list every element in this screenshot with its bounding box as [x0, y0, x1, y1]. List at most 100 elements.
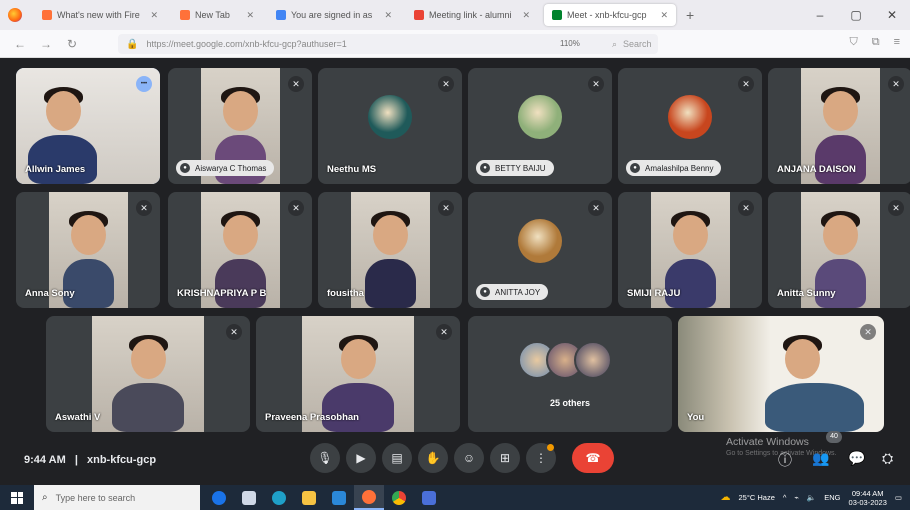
taskbar-clock[interactable]: 09:44 AM 03-03-2023: [849, 489, 887, 507]
participant-tile[interactable]: ✕ You: [678, 316, 884, 432]
participant-tile[interactable]: ••• Allwin James: [16, 68, 160, 184]
chevron-up-icon[interactable]: ^: [783, 493, 787, 502]
participant-name-text: ANITTA JOY: [495, 287, 541, 297]
participant-name: Neethu MS: [327, 164, 377, 175]
tab-close-icon[interactable]: ✕: [246, 10, 254, 21]
participant-tile[interactable]: ✕ Praveena Prasobhan: [256, 316, 460, 432]
speaking-indicator-icon: •••: [136, 76, 152, 92]
participant-tile[interactable]: ✕ KRISHNAPRIYA P B: [168, 192, 312, 308]
end-call-button[interactable]: ☎: [572, 443, 614, 473]
menu-icon[interactable]: ≡: [894, 36, 900, 49]
close-window-icon[interactable]: ✕: [874, 0, 910, 30]
raise-hand-button[interactable]: ✋: [418, 443, 448, 473]
mic-off-icon: ✕: [738, 200, 754, 216]
mic-off-icon: ✕: [288, 76, 304, 92]
participant-tile[interactable]: ✕ Anna Sony: [16, 192, 160, 308]
participant-tile[interactable]: ✕ ● Aiswarya C Thomas: [168, 68, 312, 184]
tab-close-icon[interactable]: ✕: [522, 10, 530, 21]
back-icon[interactable]: ←: [10, 37, 30, 51]
taskbar-app-photos[interactable]: [414, 485, 444, 510]
taskbar-app-edge[interactable]: [264, 485, 294, 510]
emoji-button[interactable]: ☺: [454, 443, 484, 473]
browser-tab[interactable]: You are signed in as NSD ✕: [268, 4, 400, 26]
participant-tile[interactable]: ✕ ● BETTY BAIJU: [468, 68, 612, 184]
others-avatar: [574, 341, 612, 380]
more-options-button[interactable]: ⋮: [526, 443, 556, 473]
weather-text[interactable]: 25°C Haze: [739, 493, 775, 502]
reload-icon[interactable]: ↻: [62, 37, 82, 51]
shield-icon[interactable]: ⛉: [849, 36, 857, 49]
firefox-icon: [362, 489, 376, 504]
windows-taskbar: ⌕ Type here to search ☁ 25°C Haze ^ ⌁ 🔈 …: [0, 485, 910, 510]
participant-name: You: [687, 412, 705, 423]
browser-tab[interactable]: What's new with Firefox - Mo ✕: [34, 4, 166, 26]
present-button[interactable]: ⊞: [490, 443, 520, 473]
mic-off-icon: ✕: [738, 76, 754, 92]
language-indicator[interactable]: ENG: [824, 493, 840, 502]
tab-title: Meeting link - alumnimom: [429, 10, 512, 20]
taskbar-app-task-view[interactable]: [234, 485, 264, 510]
mic-off-icon: ✕: [226, 324, 242, 340]
search-field[interactable]: ⌕ Search: [612, 34, 812, 54]
meeting-code: xnb-kfcu-gcp: [86, 454, 157, 466]
url-text: https://meet.google.com/xnb-kfcu-gcp?aut…: [146, 39, 347, 49]
new-tab-icon[interactable]: +: [686, 7, 694, 23]
participant-count: 40: [826, 431, 842, 443]
taskbar-search[interactable]: ⌕ Type here to search: [34, 485, 200, 510]
participant-tile[interactable]: ✕ ● Amalashilpa Benny: [618, 68, 762, 184]
mic-off-icon: ✕: [136, 200, 152, 216]
info-icon[interactable]: ⓘ: [778, 450, 792, 470]
participant-tile[interactable]: ✕ ● ANITTA JOY: [468, 192, 612, 308]
browser-nav-bar: ← → ↻ 🔒 https://meet.google.com/xnb-kfcu…: [0, 30, 910, 58]
chat-icon[interactable]: 💬: [848, 450, 865, 467]
participant-tile[interactable]: ✕ SMIJI RAJU: [618, 192, 762, 308]
participant-tile[interactable]: ✕ fousitha: [318, 192, 462, 308]
taskbar-app-cortana[interactable]: [204, 485, 234, 510]
taskbar-app-store[interactable]: [324, 485, 354, 510]
captions-button[interactable]: ▤: [382, 443, 412, 473]
people-icon[interactable]: 👥: [812, 450, 829, 467]
search-icon: ⌕: [612, 38, 618, 49]
volume-icon[interactable]: 🔈: [807, 493, 816, 502]
tab-close-icon[interactable]: ✕: [660, 10, 668, 21]
forward-icon[interactable]: →: [36, 37, 56, 51]
zoom-level[interactable]: 110%: [560, 39, 580, 48]
network-icon[interactable]: ⌁: [794, 493, 799, 502]
taskbar-time: 09:44 AM: [851, 488, 884, 498]
chrome-icon: [392, 490, 406, 505]
captions-icon: ▤: [391, 451, 403, 465]
participant-tile[interactable]: ✕ ANJANA DAISON: [768, 68, 910, 184]
taskbar-app-explorer[interactable]: [294, 485, 324, 510]
participant-tile[interactable]: ✕ Aswathi V: [46, 316, 250, 432]
participant-name: ● ANITTA JOY: [476, 284, 549, 300]
mic-button[interactable]: 🎙: [310, 443, 340, 473]
tab-close-icon[interactable]: ✕: [150, 10, 158, 21]
toolbar-icons: ⛉ ⧉ ≡: [849, 36, 900, 49]
task-view-icon: [242, 490, 256, 505]
microphone-icon: 🎙: [317, 451, 333, 465]
browser-tab[interactable]: Meet - xnb-kfcu-gcp ✕: [544, 4, 676, 26]
meeting-info: 9:44 AM | xnb-kfcu-gcp: [24, 454, 157, 466]
others-tile[interactable]: 25 others: [468, 316, 672, 432]
start-button[interactable]: [0, 485, 34, 510]
tab-favicon-icon: [180, 10, 190, 20]
browser-tab[interactable]: New Tab ✕: [172, 4, 262, 26]
tab-close-icon[interactable]: ✕: [384, 10, 392, 21]
browser-tab-strip: What's new with Firefox - Mo✕ New Tab✕ You…: [0, 0, 910, 30]
participant-avatar: [518, 218, 562, 263]
participant-tile[interactable]: ✕ Neethu MS: [318, 68, 462, 184]
participant-avatar: [518, 94, 562, 139]
camera-button[interactable]: ▶: [346, 443, 376, 473]
notification-icon[interactable]: ▭: [895, 493, 902, 502]
participant-tile[interactable]: ✕ Anitta Sunny: [768, 192, 910, 308]
emoji-icon: ☺: [462, 451, 476, 465]
taskbar-app-chrome[interactable]: [384, 485, 414, 510]
extensions-icon[interactable]: ⧉: [872, 36, 880, 49]
taskbar-apps: [204, 485, 444, 510]
taskbar-app-firefox[interactable]: [354, 485, 384, 510]
maximize-icon[interactable]: ▢: [838, 0, 874, 30]
more-vert-icon: ⋮: [535, 451, 547, 465]
minimize-icon[interactable]: –: [802, 0, 838, 30]
browser-tab[interactable]: Meeting link - alumnimom ✕: [406, 4, 538, 26]
activities-icon[interactable]: ⛭: [882, 450, 893, 467]
